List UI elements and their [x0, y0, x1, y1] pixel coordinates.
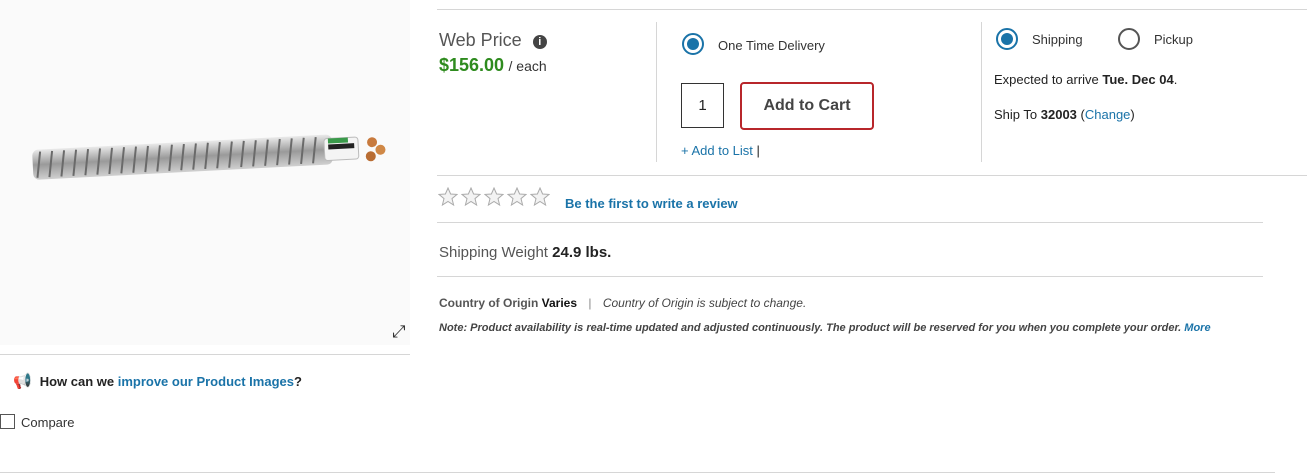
section-divider [437, 175, 1307, 176]
compare-control[interactable]: Compare [0, 414, 74, 430]
ship-zip: 32003 [1040, 107, 1077, 122]
product-image [32, 134, 386, 180]
improve-images-link[interactable]: improve our Product Images [118, 374, 294, 389]
pickup-label: Pickup [1154, 32, 1194, 47]
ship-to: Ship To 32003 (Change) [994, 107, 1135, 122]
arrival-date: Tue. Dec 04 [1102, 72, 1174, 87]
list-separator: | [756, 143, 760, 158]
price-unit: / each [508, 58, 547, 74]
top-divider [437, 9, 1307, 10]
expected-arrival: Expected to arrive Tue. Dec 04. [994, 72, 1178, 87]
info-icon[interactable]: i [532, 35, 547, 49]
divider-1 [656, 22, 657, 162]
write-review-link[interactable]: Be the first to write a review [565, 196, 738, 211]
country-of-origin: Country of Origin Varies | Country of Or… [439, 296, 807, 310]
web-price-label: Web Price i [439, 30, 547, 51]
price-amount: $156.00 [439, 55, 505, 75]
image-feedback: 📢 How can we improve our Product Images? [13, 372, 302, 390]
star-icon [530, 187, 550, 207]
add-to-list-link[interactable]: + Add to List [681, 143, 753, 158]
image-bottom-divider [0, 354, 410, 355]
product-image-area[interactable]: ⤢ [0, 0, 410, 345]
divider-2 [981, 22, 982, 162]
star-icon [507, 187, 527, 207]
add-to-list-row: + Add to List | [681, 143, 760, 158]
shipping-label: Shipping [1032, 32, 1083, 47]
origin-separator: | [588, 296, 592, 310]
origin-value: Varies [541, 296, 578, 310]
pickup-radio[interactable] [1118, 28, 1140, 50]
quantity-input[interactable]: 1 [681, 83, 724, 128]
shipping-weight: Shipping Weight 24.9 lbs. [439, 244, 612, 261]
more-link[interactable]: More [1184, 322, 1210, 334]
compare-label: Compare [21, 415, 75, 430]
rating-stars [438, 187, 558, 209]
star-icon [438, 187, 458, 207]
shipping-radio[interactable] [996, 28, 1018, 50]
change-zip-link[interactable]: Change [1085, 107, 1131, 122]
one-time-delivery-radio[interactable] [682, 33, 704, 55]
weight-value: 24.9 lbs. [552, 244, 612, 261]
feedback-suffix: ? [293, 374, 302, 389]
feedback-prefix: How can we [39, 374, 118, 389]
price-row: $156.00 / each [439, 55, 547, 76]
compare-checkbox[interactable] [0, 414, 15, 429]
weight-divider [437, 276, 1263, 277]
megaphone-icon: 📢 [13, 373, 32, 390]
availability-note: Note: Product availability is real-time … [439, 322, 1211, 334]
expand-icon[interactable]: ⤢ [392, 322, 406, 342]
one-time-delivery-label: One Time Delivery [718, 38, 825, 53]
origin-note: Country of Origin is subject to change. [602, 296, 807, 310]
star-icon [484, 187, 504, 207]
add-to-cart-button[interactable]: Add to Cart [740, 82, 874, 130]
reviews-divider [437, 222, 1263, 223]
bottom-divider [0, 472, 1275, 473]
star-icon [461, 187, 481, 207]
